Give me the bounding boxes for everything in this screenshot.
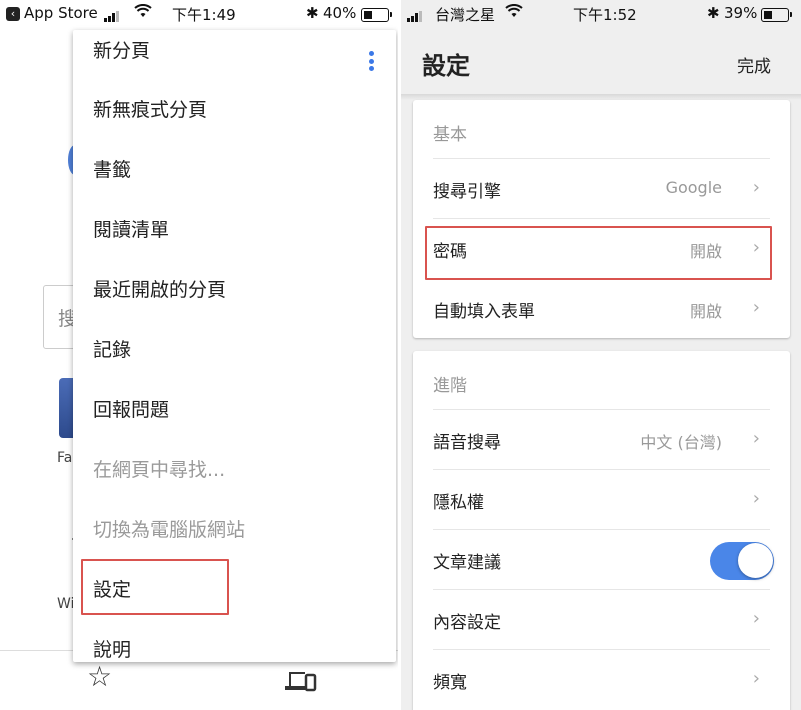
- row-label: 隱私權: [433, 493, 484, 513]
- star-bookmark-icon[interactable]: ☆: [87, 663, 112, 691]
- settings-row-content-settings[interactable]: 內容設定 ›: [433, 590, 770, 650]
- chevron-right-icon: ›: [752, 608, 760, 629]
- row-label: 內容設定: [433, 613, 501, 633]
- chevron-right-icon: ›: [752, 488, 760, 509]
- menu-item-bookmarks[interactable]: 書籤: [93, 155, 131, 182]
- wifi-icon: [134, 4, 152, 22]
- status-time: 下午1:52: [573, 6, 637, 24]
- settings-row-bandwidth[interactable]: 頻寬 ›: [433, 650, 770, 710]
- menu-item-recent-tabs[interactable]: 最近開啟的分頁: [93, 275, 226, 302]
- back-app-label: App Store: [24, 4, 98, 22]
- page-title: 設定: [422, 52, 470, 80]
- battery-icon: [361, 6, 392, 24]
- settings-row-voice-search[interactable]: 語音搜尋 中文 (台灣) ›: [433, 410, 770, 470]
- wifi-icon: [505, 4, 523, 22]
- cellular-signal-icon: [407, 7, 423, 26]
- battery-percent: 39%: [724, 4, 758, 22]
- chevron-right-icon: ›: [752, 428, 760, 449]
- menu-item-find-in-page: 在網頁中尋找...: [93, 459, 226, 481]
- row-value: 中文 (台灣): [640, 433, 722, 452]
- chevron-right-icon: ›: [752, 668, 760, 689]
- menu-item-help[interactable]: 說明: [93, 635, 131, 662]
- left-screen: ‹App Store 下午1:49 ✱ 40% 搜 Fa Wi ☆ 新分頁 新: [0, 0, 398, 710]
- row-value: Google: [665, 178, 722, 197]
- chevron-right-icon: ›: [752, 177, 760, 198]
- passwords-highlight-box: [425, 226, 772, 280]
- menu-item-new-tab[interactable]: 新分頁: [93, 36, 150, 63]
- settings-highlight-box: [81, 559, 229, 615]
- cellular-signal-icon: [104, 7, 120, 26]
- right-screen: 台灣之星 下午1:52 ✱ 39% 設定 完成 基本 搜尋引擎 Google ›…: [401, 0, 801, 710]
- status-time: 下午1:49: [172, 6, 236, 24]
- row-label: 語音搜尋: [433, 433, 501, 453]
- menu-item-new-incognito-tab[interactable]: 新無痕式分頁: [93, 95, 207, 122]
- more-options-icon[interactable]: [369, 51, 375, 73]
- bluetooth-icon: ✱: [707, 4, 720, 22]
- section-title-basic: 基本: [433, 125, 467, 145]
- back-to-app[interactable]: ‹ App Store: [6, 4, 98, 22]
- back-arrow-icon: ‹: [6, 7, 20, 21]
- status-bar: 台灣之星 下午1:52 ✱ 39%: [401, 0, 801, 28]
- row-label: 自動填入表單: [433, 302, 535, 322]
- battery-percent: 40%: [323, 4, 357, 22]
- chevron-right-icon: ›: [752, 297, 760, 318]
- row-value: 開啟: [689, 302, 722, 321]
- row-label: 文章建議: [433, 553, 501, 573]
- section-advanced: 進階 語音搜尋 中文 (台灣) › 隱私權 › 文章建議 內容設定 › 頻寬 ›: [413, 351, 790, 710]
- settings-row-article-suggestions: 文章建議: [433, 530, 774, 590]
- background-tile-label-2: Wi: [57, 596, 75, 612]
- menu-item-request-desktop-site: 切換為電腦版網站: [93, 519, 246, 541]
- carrier-name: 台灣之星: [435, 6, 496, 24]
- settings-row-autofill-forms[interactable]: 自動填入表單 開啟 ›: [433, 279, 770, 339]
- settings-row-privacy[interactable]: 隱私權 ›: [433, 470, 770, 530]
- status-bar: ‹ App Store 下午1:49 ✱ 40%: [0, 0, 398, 28]
- battery-icon: [761, 6, 792, 24]
- menu-item-history[interactable]: 記錄: [93, 335, 131, 362]
- row-label: 頻寬: [433, 673, 467, 693]
- article-suggestions-toggle[interactable]: [710, 542, 774, 580]
- row-label: 搜尋引擎: [433, 182, 501, 202]
- background-tile-label: Fa: [57, 450, 73, 466]
- toggle-knob: [738, 543, 773, 578]
- settings-row-search-engine[interactable]: 搜尋引擎 Google ›: [433, 159, 770, 219]
- settings-header: 設定 完成: [401, 28, 801, 94]
- done-button[interactable]: 完成: [737, 52, 771, 77]
- section-title-advanced: 進階: [433, 376, 467, 396]
- devices-icon[interactable]: [285, 670, 317, 692]
- section-basic: 基本 搜尋引擎 Google › 密碼 開啟 › 自動填入表單 開啟 ›: [413, 100, 790, 338]
- menu-item-report-issue[interactable]: 回報問題: [93, 395, 169, 422]
- bluetooth-icon: ✱: [306, 4, 319, 22]
- menu-item-reading-list[interactable]: 閱讀清單: [93, 215, 169, 242]
